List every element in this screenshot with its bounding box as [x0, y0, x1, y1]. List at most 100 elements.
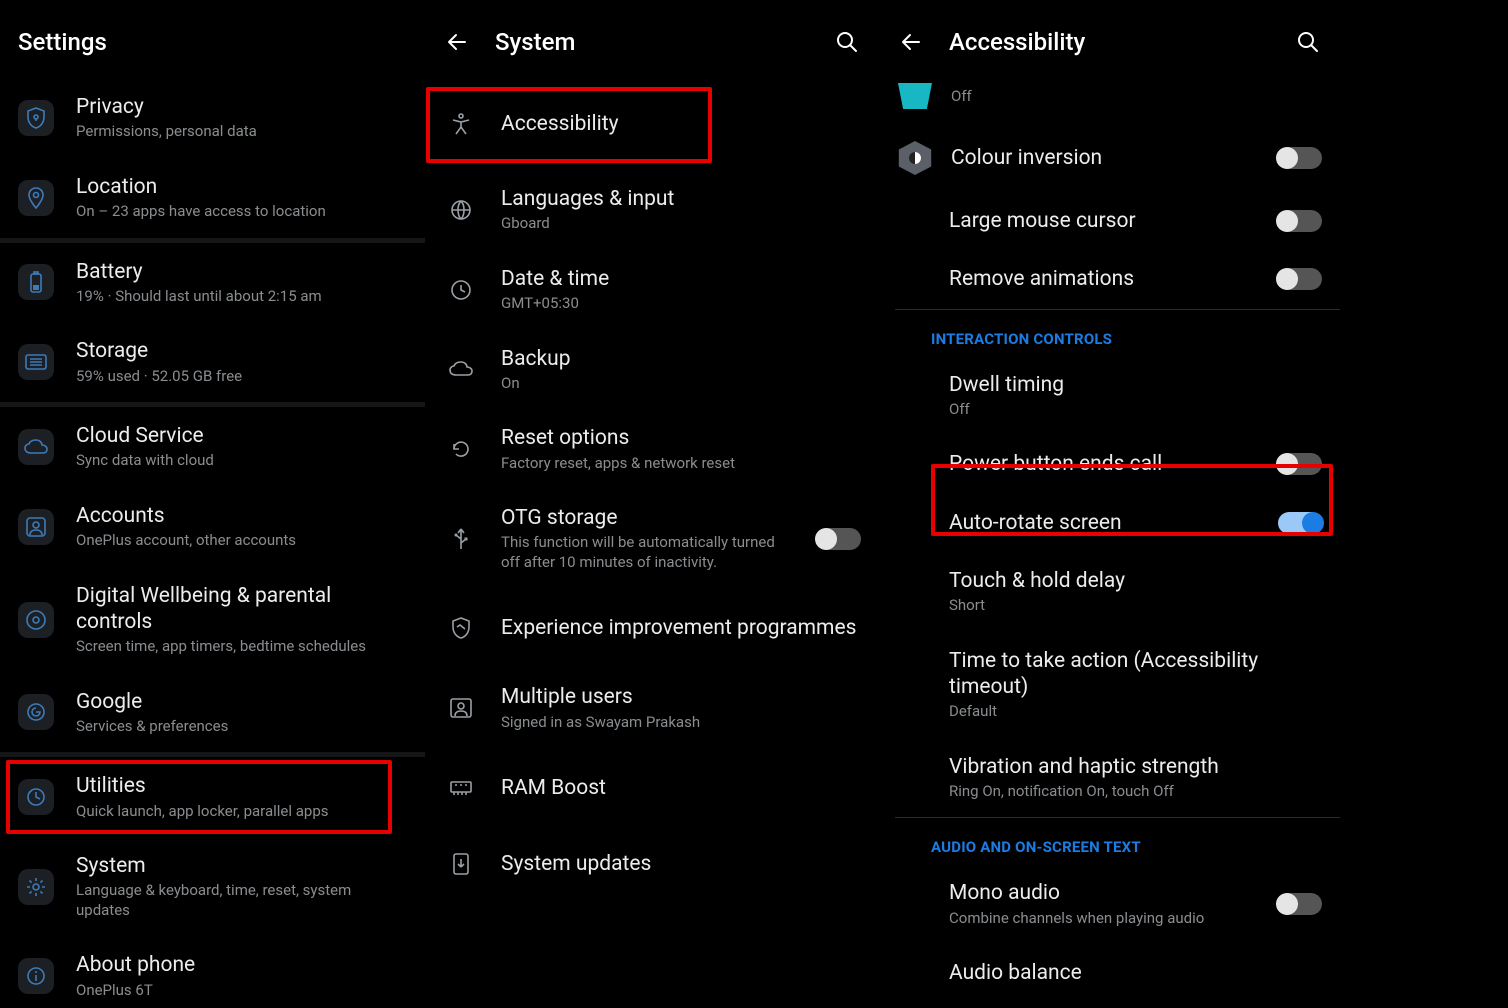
item-label: Battery	[76, 259, 407, 285]
settings-header: Settings	[0, 0, 425, 78]
teal-icon	[897, 78, 933, 114]
system-list: Accessibility Languages & input Gboard D…	[425, 78, 879, 900]
section-audio: AUDIO AND ON-SCREEN TEXT	[879, 818, 1340, 864]
settings-item-google[interactable]: Google Services & preferences	[0, 673, 425, 753]
system-item-otg[interactable]: OTG storage This function will be automa…	[425, 489, 879, 588]
system-item-multiusers[interactable]: Multiple users Signed in as Swayam Praka…	[425, 668, 879, 748]
download-icon	[443, 846, 479, 882]
item-sub: Gboard	[501, 214, 861, 234]
item-label: About phone	[76, 952, 407, 978]
item-label: Accessibility	[501, 111, 861, 137]
location-pin-icon	[18, 180, 54, 216]
battery-icon	[18, 264, 54, 300]
item-sub: This function will be automatically turn…	[501, 533, 795, 572]
info-icon	[18, 958, 54, 994]
a11y-item-large-cursor[interactable]: Large mouse cursor	[879, 192, 1340, 250]
toggle-large-cursor[interactable]	[1278, 210, 1322, 232]
cloud-icon	[443, 351, 479, 387]
search-button[interactable]	[1294, 28, 1322, 56]
otg-toggle[interactable]	[817, 528, 861, 550]
item-sub: Default	[949, 702, 1322, 722]
settings-item-utilities[interactable]: Utilities Quick launch, app locker, para…	[0, 757, 425, 837]
system-item-datetime[interactable]: Date & time GMT+05:30	[425, 250, 879, 330]
gear-icon	[18, 869, 54, 905]
utilities-icon	[18, 779, 54, 815]
system-item-accessibility[interactable]: Accessibility	[425, 78, 879, 170]
settings-item-battery[interactable]: Battery 19% · Should last until about 2:…	[0, 243, 425, 323]
item-label: Power button ends call	[949, 451, 1260, 477]
accessibility-list: Off Colour inversion Large mouse cursor …	[879, 78, 1340, 986]
item-label: Remove animations	[949, 266, 1260, 292]
item-label: Privacy	[76, 94, 407, 120]
globe-icon	[443, 192, 479, 228]
item-sub: Short	[949, 596, 1322, 616]
settings-item-accounts[interactable]: Accounts OnePlus account, other accounts	[0, 487, 425, 567]
accessibility-header: Accessibility	[879, 0, 1340, 78]
toggle-mono-audio[interactable]	[1278, 893, 1322, 915]
item-label: Experience improvement programmes	[501, 615, 861, 641]
settings-item-about[interactable]: About phone OnePlus 6T	[0, 936, 425, 1008]
system-title: System	[495, 28, 575, 56]
settings-panel: Settings Privacy Permissions, personal d…	[0, 0, 425, 1008]
item-label: Accounts	[76, 503, 407, 529]
item-sub: Combine channels when playing audio	[949, 909, 1260, 929]
settings-item-privacy[interactable]: Privacy Permissions, personal data	[0, 78, 425, 158]
item-label: Backup	[501, 346, 861, 372]
item-label: Date & time	[501, 266, 861, 292]
item-label: Digital Wellbeing & parental controls	[76, 583, 407, 636]
clock-icon	[443, 272, 479, 308]
section-interaction: INTERACTION CONTROLS	[879, 310, 1340, 356]
item-sub: On – 23 apps have access to location	[76, 202, 407, 222]
item-sub: Services & preferences	[76, 717, 407, 737]
a11y-item-dwell[interactable]: Dwell timing Off	[879, 356, 1340, 436]
search-button[interactable]	[833, 28, 861, 56]
system-item-updates[interactable]: System updates	[425, 828, 879, 900]
toggle-colour-inversion[interactable]	[1278, 147, 1322, 169]
item-label: Cloud Service	[76, 423, 407, 449]
toggle-auto-rotate[interactable]	[1278, 512, 1322, 534]
reset-icon	[443, 431, 479, 467]
google-icon	[18, 694, 54, 730]
a11y-item-power-ends-call[interactable]: Power button ends call	[879, 435, 1340, 493]
a11y-item-prev[interactable]: Off	[879, 78, 1340, 124]
settings-item-location[interactable]: Location On – 23 apps have access to loc…	[0, 158, 425, 238]
accounts-icon	[18, 509, 54, 545]
item-sub: Off	[949, 400, 1322, 420]
system-panel: System Accessibility Languages & input G…	[425, 0, 879, 1008]
cloud-icon	[18, 429, 54, 465]
system-item-languages[interactable]: Languages & input Gboard	[425, 170, 879, 250]
accessibility-icon	[443, 106, 479, 142]
back-button[interactable]	[443, 28, 471, 56]
item-label: Multiple users	[501, 684, 861, 710]
item-label: Vibration and haptic strength	[949, 754, 1322, 780]
system-item-ramboost[interactable]: RAM Boost	[425, 748, 879, 828]
item-label: System	[76, 853, 407, 879]
settings-item-cloud[interactable]: Cloud Service Sync data with cloud	[0, 407, 425, 487]
a11y-item-mono-audio[interactable]: Mono audio Combine channels when playing…	[879, 864, 1340, 944]
settings-item-system[interactable]: System Language & keyboard, time, reset,…	[0, 837, 425, 936]
item-sub: On	[501, 374, 861, 394]
item-sub: 59% used · 52.05 GB free	[76, 367, 407, 387]
item-sub: Ring On, notification On, touch Off	[949, 782, 1322, 802]
system-item-backup[interactable]: Backup On	[425, 330, 879, 410]
item-label: Mono audio	[949, 880, 1260, 906]
back-button[interactable]	[897, 28, 925, 56]
settings-item-storage[interactable]: Storage 59% used · 52.05 GB free	[0, 322, 425, 402]
colour-inversion-icon	[897, 140, 933, 176]
toggle-power-ends-call[interactable]	[1278, 453, 1322, 475]
a11y-item-colour-inversion[interactable]: Colour inversion	[879, 124, 1340, 192]
item-sub: Factory reset, apps & network reset	[501, 454, 861, 474]
accessibility-title: Accessibility	[949, 28, 1085, 56]
item-sub: Signed in as Swayam Prakash	[501, 713, 861, 733]
a11y-item-auto-rotate[interactable]: Auto-rotate screen	[879, 494, 1340, 552]
toggle-remove-animations[interactable]	[1278, 268, 1322, 290]
item-sub: GMT+05:30	[501, 294, 861, 314]
a11y-item-vibration[interactable]: Vibration and haptic strength Ring On, n…	[879, 738, 1340, 818]
system-item-reset[interactable]: Reset options Factory reset, apps & netw…	[425, 409, 879, 489]
a11y-item-remove-animations[interactable]: Remove animations	[879, 250, 1340, 308]
a11y-item-audio-balance[interactable]: Audio balance	[879, 944, 1340, 986]
a11y-item-touch-hold[interactable]: Touch & hold delay Short	[879, 552, 1340, 632]
system-item-experience[interactable]: Experience improvement programmes	[425, 588, 879, 668]
settings-item-wellbeing[interactable]: Digital Wellbeing & parental controls Sc…	[0, 567, 425, 673]
a11y-item-time-action[interactable]: Time to take action (Accessibility timeo…	[879, 632, 1340, 738]
